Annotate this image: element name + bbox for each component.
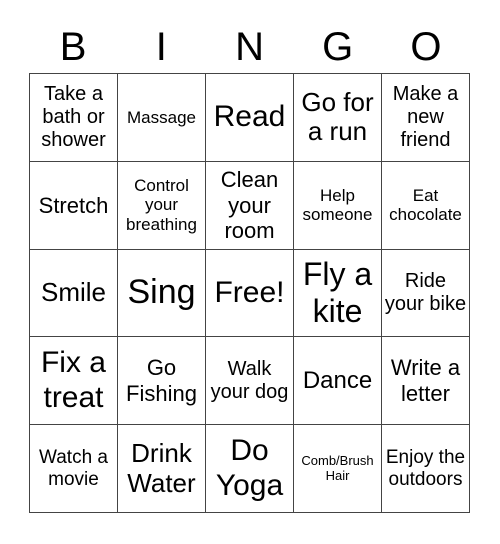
bingo-cell[interactable]: Comb/Brush Hair xyxy=(294,425,382,513)
bingo-cell[interactable]: Do Yoga xyxy=(206,425,294,513)
bingo-cell[interactable]: Go Fishing xyxy=(118,337,206,426)
bingo-cell[interactable]: Sing xyxy=(118,249,206,338)
bingo-cell[interactable]: Ride your bike xyxy=(382,249,470,338)
header-letter-o: O xyxy=(410,25,442,69)
bingo-cell[interactable]: Make a new friend xyxy=(382,74,470,162)
header-letter-g: G xyxy=(322,25,354,69)
bingo-cell[interactable]: Dance xyxy=(294,337,382,426)
bingo-cell[interactable]: Take a bath or shower xyxy=(30,74,118,162)
bingo-cell[interactable]: Massage xyxy=(118,74,206,162)
bingo-grid: Take a bath or shower Massage Read Go fo… xyxy=(29,73,470,513)
bingo-cell[interactable]: Eat chocolate xyxy=(382,161,470,250)
header-letter-i: I xyxy=(155,25,167,69)
header-letter-n: N xyxy=(235,25,264,69)
bingo-cell[interactable]: Watch a movie xyxy=(30,425,118,513)
bingo-cell[interactable]: Help someone xyxy=(294,161,382,250)
bingo-cell[interactable]: Enjoy the outdoors xyxy=(382,425,470,513)
bingo-cell[interactable]: Stretch xyxy=(30,161,118,250)
bingo-cell[interactable]: Drink Water xyxy=(118,425,206,513)
bingo-header: B I N G O xyxy=(29,22,470,72)
bingo-cell[interactable]: Fix a treat xyxy=(30,337,118,426)
header-letter-b: B xyxy=(59,25,87,69)
bingo-cell[interactable]: Control your breathing xyxy=(118,161,206,250)
bingo-cell[interactable]: Read xyxy=(206,74,294,162)
free-space-cell[interactable]: Free! xyxy=(206,249,294,338)
bingo-cell[interactable]: Write a letter xyxy=(382,337,470,426)
bingo-cell[interactable]: Clean your room xyxy=(206,161,294,250)
bingo-cell[interactable]: Walk your dog xyxy=(206,337,294,426)
bingo-cell[interactable]: Fly a kite xyxy=(294,249,382,338)
bingo-cell[interactable]: Smile xyxy=(30,249,118,338)
bingo-cell[interactable]: Go for a run xyxy=(294,74,382,162)
